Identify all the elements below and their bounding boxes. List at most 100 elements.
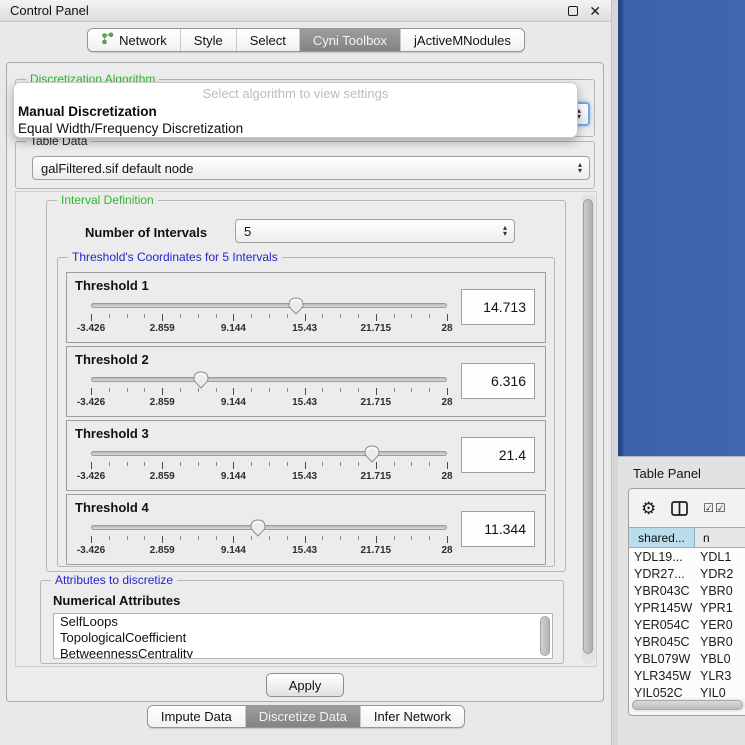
control-panel-titlebar: Control Panel ✕ xyxy=(0,0,611,22)
tick-mark xyxy=(322,314,323,318)
table-row[interactable]: YER054CYER0 xyxy=(629,616,745,633)
threshold-slider[interactable] xyxy=(91,303,447,310)
number-of-intervals-combobox[interactable]: 5 ▴▾ xyxy=(235,219,515,243)
tick-mark xyxy=(198,388,199,392)
tick-label: -3.426 xyxy=(77,545,105,556)
tick-mark xyxy=(447,388,448,395)
attributes-list-scrollbar[interactable] xyxy=(540,616,550,656)
table-row[interactable]: YBR043CYBR0 xyxy=(629,582,745,599)
attribute-list-item[interactable]: TopologicalCoefficient xyxy=(54,630,552,646)
cell-name: YIL0 xyxy=(695,686,745,698)
mode-tab-impute-data[interactable]: Impute Data xyxy=(148,706,245,727)
tick-label: -3.426 xyxy=(77,471,105,482)
mode-tab-discretize-data[interactable]: Discretize Data xyxy=(245,706,360,727)
tick-label: 2.859 xyxy=(150,323,175,334)
tick-mark xyxy=(162,388,163,395)
tab-cyni-toolbox[interactable]: Cyni Toolbox xyxy=(299,29,400,51)
tick-mark xyxy=(394,462,395,466)
threshold-value-field[interactable]: 11.344 xyxy=(461,511,535,547)
table-row[interactable]: YDL19...YDL1 xyxy=(629,548,745,565)
column-header-shared-name[interactable]: shared... xyxy=(629,528,695,547)
table-row[interactable]: YLR345WYLR3 xyxy=(629,667,745,684)
threshold-value-field[interactable]: 6.316 xyxy=(461,363,535,399)
table-body: YDL19...YDL1YDR27...YDR2YBR043CYBR0YPR14… xyxy=(629,548,745,697)
slider-tick-labels: -3.4262.8599.14415.4321.71528 xyxy=(91,545,447,557)
algorithm-popup-item[interactable]: Manual Discretization xyxy=(14,103,577,120)
table-hscrollbar-thumb[interactable] xyxy=(632,700,743,710)
tick-mark xyxy=(322,388,323,392)
split-view-icon[interactable] xyxy=(671,501,688,516)
algorithm-popup-prompt: Select algorithm to view settings xyxy=(14,86,577,103)
tick-mark xyxy=(411,536,412,540)
tick-mark xyxy=(91,388,92,395)
slider-track[interactable] xyxy=(91,525,447,530)
control-panel-title: Control Panel xyxy=(10,3,89,18)
tab-style[interactable]: Style xyxy=(180,29,236,51)
threshold-slider[interactable] xyxy=(91,377,447,384)
table-data-combobox-value: galFiltered.sif default node xyxy=(41,161,193,176)
group-title-thresholds: Threshold's Coordinates for 5 Intervals xyxy=(68,250,282,264)
apply-button[interactable]: Apply xyxy=(266,673,344,697)
slider-track[interactable] xyxy=(91,377,447,382)
attribute-list-item[interactable]: BetweennessCentrality xyxy=(54,646,552,659)
cyni-toolbox-content: Discretization Algorithm ▴▾ Table Data g… xyxy=(6,62,604,702)
tab-select[interactable]: Select xyxy=(236,29,299,51)
threshold-panel: Threshold 1-3.4262.8599.14415.4321.71528… xyxy=(66,272,546,343)
tab-jactivemnodules[interactable]: jActiveMNodules xyxy=(400,29,524,51)
threshold-value-field[interactable]: 21.4 xyxy=(461,437,535,473)
cell-name: YPR1 xyxy=(695,601,745,615)
tick-mark xyxy=(358,462,359,466)
tick-mark xyxy=(340,536,341,540)
table-row[interactable]: YBL079WYBL0 xyxy=(629,650,745,667)
tick-mark xyxy=(216,388,217,392)
combobox-stepper-icon: ▴▾ xyxy=(575,162,585,174)
tick-mark xyxy=(269,462,270,466)
float-window-icon[interactable] xyxy=(568,6,578,16)
cell-shared-name: YPR145W xyxy=(629,601,695,615)
tick-mark xyxy=(198,314,199,318)
slider-tick-labels: -3.4262.8599.14415.4321.71528 xyxy=(91,471,447,483)
table-row[interactable]: YPR145WYPR1 xyxy=(629,599,745,616)
gear-icon[interactable]: ⚙ xyxy=(641,500,656,517)
settings-scrollbar-thumb[interactable] xyxy=(583,199,593,654)
threshold-slider[interactable] xyxy=(91,451,447,458)
algorithm-popup-item[interactable]: Equal Width/Frequency Discretization xyxy=(14,120,577,137)
tick-mark xyxy=(109,314,110,318)
tab-network[interactable]: Network xyxy=(88,29,180,51)
table-row[interactable]: YIL052CYIL0 xyxy=(629,684,745,697)
tick-mark xyxy=(162,314,163,321)
close-icon[interactable]: ✕ xyxy=(589,4,601,18)
tick-label: 9.144 xyxy=(221,397,246,408)
threshold-slider[interactable] xyxy=(91,525,447,532)
tick-label: 9.144 xyxy=(221,323,246,334)
slider-track[interactable] xyxy=(91,303,447,308)
tick-mark xyxy=(162,462,163,469)
attribute-list-item[interactable]: SelfLoops xyxy=(54,614,552,630)
cell-name: YDL1 xyxy=(695,550,745,564)
cell-name: YDR2 xyxy=(695,567,745,581)
settings-vertical-scrollbar xyxy=(582,194,595,664)
tick-mark xyxy=(411,388,412,392)
tick-mark xyxy=(180,314,181,318)
top-tab-segment: NetworkStyleSelectCyni ToolboxjActiveMNo… xyxy=(87,28,525,52)
numerical-attributes-list[interactable]: SelfLoopsTopologicalCoefficientBetweenne… xyxy=(53,613,553,659)
tick-mark xyxy=(233,536,234,543)
mode-tab-infer-network[interactable]: Infer Network xyxy=(360,706,464,727)
tick-mark xyxy=(127,388,128,392)
slider-track[interactable] xyxy=(91,451,447,456)
threshold-panel: Threshold 4 -3.4262.8599.14415.4321.71528… xyxy=(66,494,546,565)
slider-tick-labels: -3.4262.8599.14415.4321.71528 xyxy=(91,323,447,335)
tick-label: 15.43 xyxy=(292,397,317,408)
group-thresholds: Threshold's Coordinates for 5 Intervals … xyxy=(57,257,555,567)
table-row[interactable]: YBR045CYBR0 xyxy=(629,633,745,650)
table-data-combobox[interactable]: galFiltered.sif default node ▴▾ xyxy=(32,156,590,180)
cell-shared-name: YDR27... xyxy=(629,567,695,581)
checkbox-icons[interactable]: ☑☑ xyxy=(703,501,727,515)
number-of-intervals-label: Number of Intervals xyxy=(85,225,207,240)
tick-mark xyxy=(269,314,270,318)
column-header-name[interactable]: n xyxy=(695,528,745,547)
threshold-value-field[interactable]: 14.713 xyxy=(461,289,535,325)
threshold-panel: Threshold 2-3.4262.8599.14415.4321.71528… xyxy=(66,346,546,417)
table-row[interactable]: YDR27...YDR2 xyxy=(629,565,745,582)
threshold-label: Threshold 4 xyxy=(75,500,149,515)
